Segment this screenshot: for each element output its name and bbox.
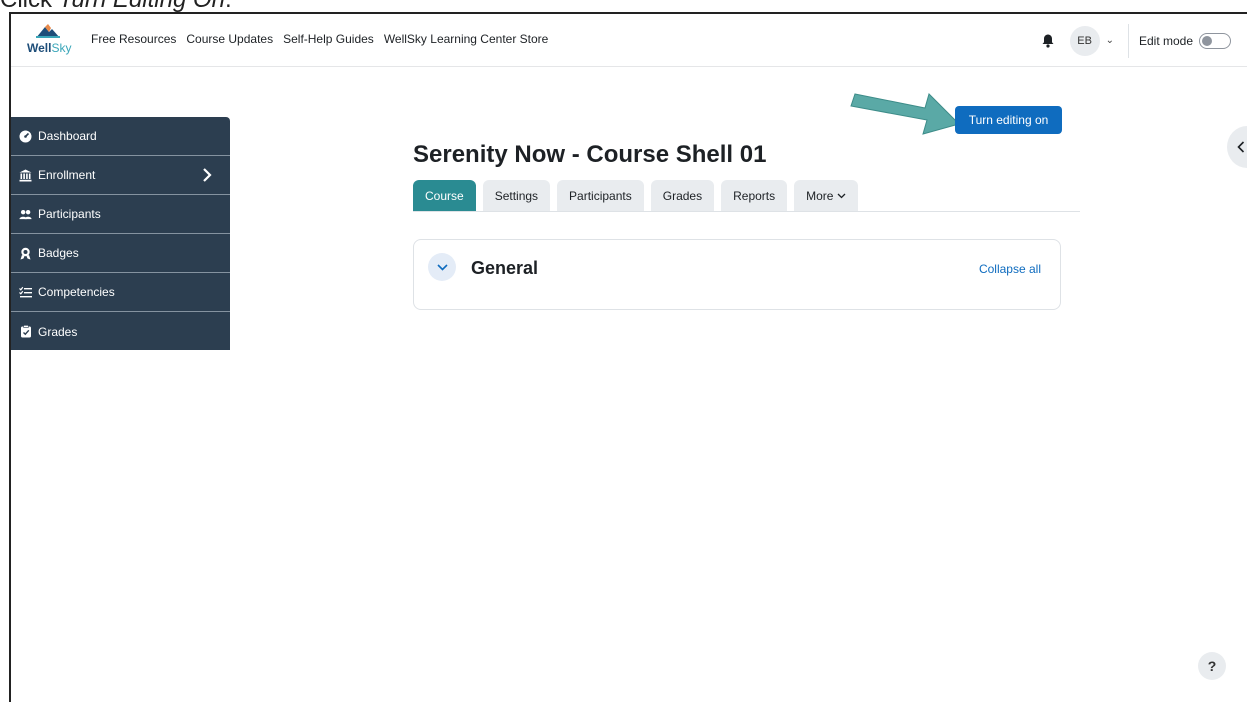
logo-text-bold: Well	[27, 41, 52, 55]
sidebar-item-label: Badges	[38, 246, 79, 260]
sidebar-item-badges[interactable]: Badges	[11, 234, 230, 273]
sidebar-item-competencies[interactable]: Competencies	[11, 273, 230, 312]
pointer-arrow-icon	[850, 93, 960, 135]
browser-frame: WellSky Free Resources Course Updates Se…	[9, 12, 1247, 702]
sidebar-item-label: Dashboard	[38, 129, 97, 143]
right-drawer-toggle[interactable]	[1227, 126, 1247, 168]
sidebar-item-participants[interactable]: Participants	[11, 195, 230, 234]
section-card-general: General Collapse all	[413, 239, 1061, 310]
nav-link-self-help-guides[interactable]: Self-Help Guides	[283, 32, 374, 46]
logo-text-light: Sky	[51, 41, 72, 55]
chevron-left-icon	[1237, 141, 1245, 153]
section-collapse-toggle[interactable]	[428, 253, 456, 281]
toggle-knob	[1202, 35, 1212, 46]
bell-icon[interactable]	[1040, 33, 1056, 49]
edit-mode-label: Edit mode	[1138, 33, 1193, 48]
checklist-icon	[19, 286, 32, 299]
page-title: Serenity Now - Course Shell 01	[413, 141, 767, 168]
sidebar-item-dashboard[interactable]: Dashboard	[11, 117, 230, 156]
nav-link-course-updates[interactable]: Course Updates	[186, 32, 273, 46]
wellsky-logo[interactable]: WellSky	[25, 24, 75, 58]
tab-course[interactable]: Course	[413, 180, 476, 211]
dashboard-icon	[19, 130, 32, 143]
tab-more[interactable]: More	[794, 180, 859, 211]
chevron-down-icon[interactable]: ⌄	[1106, 35, 1114, 46]
nav-link-free-resources[interactable]: Free Resources	[91, 32, 176, 46]
avatar[interactable]: EB	[1069, 25, 1100, 56]
logo-text: WellSky	[27, 41, 71, 55]
turn-editing-on-button[interactable]: Turn editing on	[955, 106, 1062, 134]
nav-link-learning-center-store[interactable]: WellSky Learning Center Store	[384, 32, 549, 46]
sidebar-item-grades[interactable]: Grades	[11, 312, 230, 351]
help-button[interactable]: ?	[1198, 652, 1226, 680]
chevron-down-icon	[436, 263, 448, 271]
top-navbar: WellSky Free Resources Course Updates Se…	[11, 14, 1247, 67]
tab-more-label: More	[806, 188, 834, 203]
tabs-divider	[413, 211, 1080, 212]
institution-icon	[19, 169, 32, 182]
tab-settings[interactable]: Settings	[482, 180, 551, 211]
sidebar-item-label: Competencies	[38, 285, 115, 299]
section-title[interactable]: General	[471, 258, 538, 279]
clipboard-icon	[19, 325, 32, 338]
sidebar-item-label: Grades	[38, 324, 78, 339]
badge-icon	[19, 247, 32, 260]
edit-mode-toggle[interactable]	[1199, 32, 1231, 49]
primary-nav: Free Resources Course Updates Self-Help …	[91, 32, 558, 46]
tab-grades[interactable]: Grades	[650, 180, 715, 211]
users-icon	[19, 208, 32, 221]
navbar-user-area: EB ⌄ Edit mode	[1040, 14, 1247, 67]
navbar-divider	[1127, 23, 1129, 58]
sidebar-item-label: Participants	[38, 207, 101, 221]
sidebar-item-label: Enrollment	[38, 168, 96, 182]
chevron-right-icon	[203, 168, 212, 182]
sidebar-item-enrollment[interactable]: Enrollment	[11, 156, 230, 195]
collapse-all-link[interactable]: Collapse all	[979, 262, 1041, 276]
course-tabs: Course Settings Participants Grades Repo…	[413, 180, 865, 211]
course-index-sidebar: Dashboard Enrollment Participants Badges	[11, 117, 230, 350]
tab-reports[interactable]: Reports	[721, 180, 788, 211]
chevron-down-icon	[838, 193, 846, 198]
mountain-logo-icon	[36, 24, 60, 38]
tab-participants[interactable]: Participants	[557, 180, 644, 211]
